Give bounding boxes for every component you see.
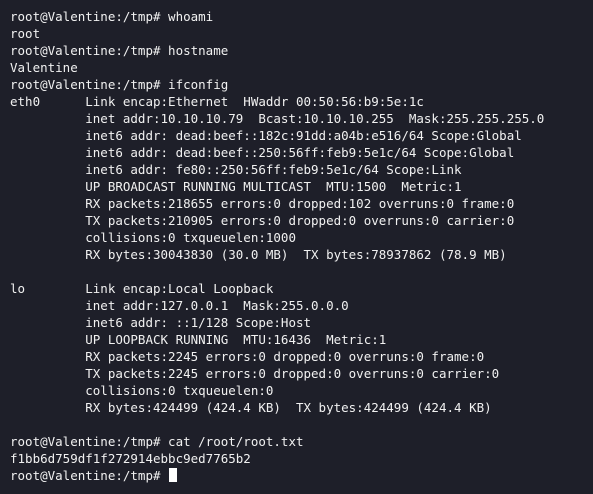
terminal-line: inet addr:10.10.10.79 Bcast:10.10.10.255… (10, 111, 545, 126)
terminal-line: Valentine (10, 60, 78, 75)
terminal-line: UP BROADCAST RUNNING MULTICAST MTU:1500 … (10, 179, 462, 194)
terminal-line: f1bb6d759df1f272914ebbc9ed7765b2 (10, 451, 251, 466)
terminal-line: root@Valentine:/tmp# hostname (10, 43, 229, 58)
terminal-window[interactable]: root@Valentine:/tmp# whoami root root@Va… (0, 0, 593, 494)
terminal-line: eth0 Link encap:Ethernet HWaddr 00:50:56… (10, 94, 424, 109)
text-cursor (169, 468, 178, 482)
prompt-line[interactable]: root@Valentine:/tmp# (10, 467, 593, 484)
terminal-line: root (10, 26, 41, 41)
terminal-line: collisions:0 txqueuelen:1000 (10, 230, 296, 245)
terminal-line: RX bytes:30043830 (30.0 MB) TX bytes:789… (10, 247, 507, 262)
terminal-line: RX bytes:424499 (424.4 KB) TX bytes:4244… (10, 400, 492, 415)
terminal-line: RX packets:218655 errors:0 dropped:102 o… (10, 196, 515, 211)
terminal-line: lo Link encap:Local Loopback (10, 281, 274, 296)
terminal-line: RX packets:2245 errors:0 dropped:0 overr… (10, 349, 485, 364)
terminal-line: TX packets:2245 errors:0 dropped:0 overr… (10, 366, 500, 381)
prompt-text: root@Valentine:/tmp# (10, 468, 169, 483)
terminal-line: inet6 addr: ::1/128 Scope:Host (10, 315, 312, 330)
terminal-line: TX packets:210905 errors:0 dropped:0 ove… (10, 213, 515, 228)
terminal-line: UP LOOPBACK RUNNING MTU:16436 Metric:1 (10, 332, 387, 347)
terminal-line: inet6 addr: dead:beef::250:56ff:feb9:5e1… (10, 145, 515, 160)
terminal-line: inet6 addr: fe80::250:56ff:feb9:5e1c/64 … (10, 162, 462, 177)
terminal-line: collisions:0 txqueuelen:0 (10, 383, 274, 398)
terminal-line: root@Valentine:/tmp# whoami (10, 9, 214, 24)
terminal-line: root@Valentine:/tmp# cat /root/root.txt (10, 434, 304, 449)
terminal-line: inet addr:127.0.0.1 Mask:255.0.0.0 (10, 298, 349, 313)
terminal-line: root@Valentine:/tmp# ifconfig (10, 77, 229, 92)
terminal-line: inet6 addr: dead:beef::182c:91dd:a04b:e5… (10, 128, 522, 143)
